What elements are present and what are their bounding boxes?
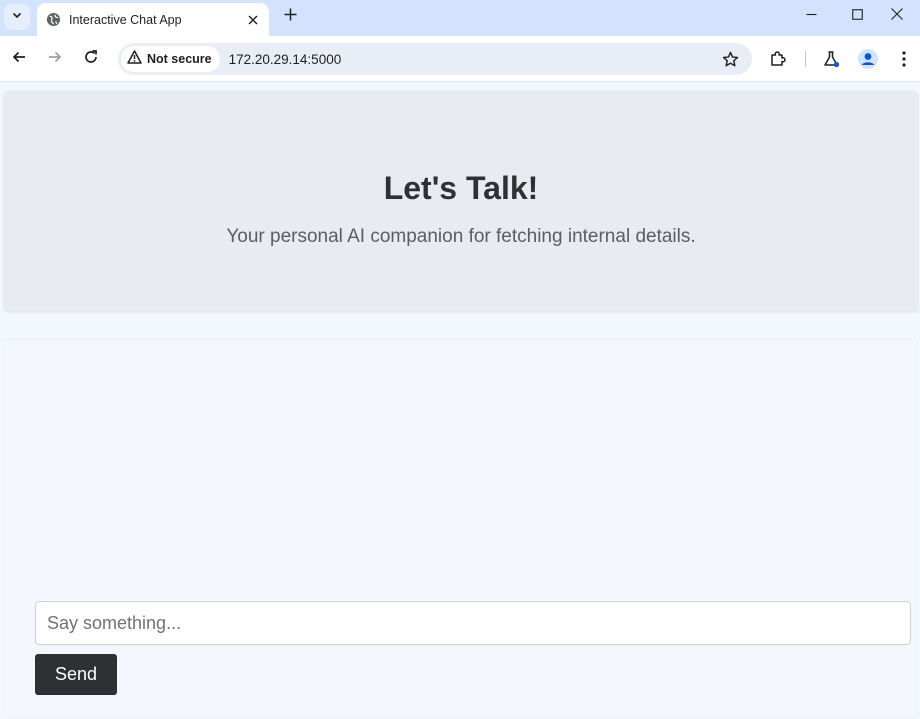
maximize-icon	[851, 7, 863, 25]
new-tab-button[interactable]	[279, 6, 301, 28]
close-icon	[891, 7, 903, 25]
close-window-button[interactable]	[874, 0, 920, 32]
tab-strip: Interactive Chat App	[0, 0, 920, 36]
arrow-left-icon	[11, 49, 27, 70]
kebab-icon[interactable]	[890, 45, 918, 73]
send-button[interactable]: Send	[35, 654, 117, 695]
hero-header: Let's Talk! Your personal AI companion f…	[4, 91, 918, 311]
page-subtitle: Your personal AI companion for fetching …	[226, 226, 696, 247]
page-viewport: Let's Talk! Your personal AI companion f…	[0, 83, 920, 719]
warning-icon	[127, 49, 142, 69]
security-indicator[interactable]: Not secure	[121, 46, 220, 72]
tab-title: Interactive Chat App	[69, 12, 182, 27]
avatar-icon[interactable]	[854, 45, 882, 73]
reload-button[interactable]	[77, 45, 105, 73]
puzzle-icon[interactable]	[764, 45, 792, 73]
back-button[interactable]	[5, 45, 33, 73]
plus-icon	[284, 8, 297, 26]
security-label: Not secure	[147, 52, 212, 66]
minimize-button[interactable]	[788, 0, 834, 32]
address-bar[interactable]: Not secure 172.20.29.14:5000	[118, 43, 752, 75]
browser-toolbar: Not secure 172.20.29.14:5000	[0, 36, 920, 82]
url-text[interactable]: 172.20.29.14:5000	[229, 52, 714, 67]
active-tab[interactable]: Interactive Chat App	[37, 3, 269, 36]
reload-icon	[83, 49, 99, 70]
page-title: Let's Talk!	[383, 170, 539, 206]
tab-search-button[interactable]	[4, 4, 30, 30]
star-icon[interactable]	[714, 43, 746, 75]
globe-icon	[45, 12, 61, 28]
minimize-icon	[806, 7, 817, 25]
message-input[interactable]	[35, 601, 911, 645]
arrow-right-icon	[47, 49, 63, 70]
close-tab-icon[interactable]	[245, 12, 261, 28]
chat-container: Send	[4, 339, 918, 719]
forward-button[interactable]	[41, 45, 69, 73]
toolbar-divider	[805, 51, 806, 67]
chevron-down-icon	[11, 8, 23, 26]
chat-messages	[5, 340, 917, 590]
flask-icon[interactable]	[817, 45, 845, 73]
